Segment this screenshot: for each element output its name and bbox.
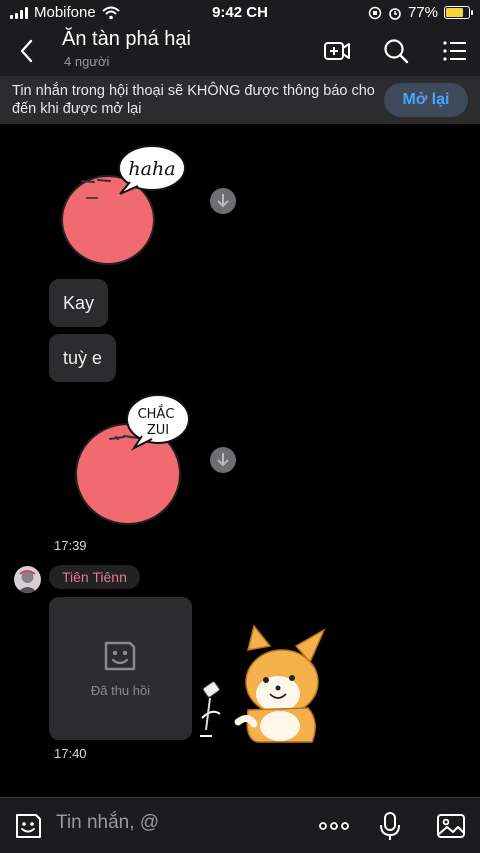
search-icon[interactable] [381, 36, 411, 66]
sticker-haha-text: haha [128, 158, 175, 180]
message-input[interactable]: Tin nhắn, @ [56, 812, 159, 834]
conversation-title[interactable]: Ăn tàn phá hại [62, 28, 191, 51]
message-timestamp: 17:39 [54, 538, 87, 553]
microphone-icon[interactable] [374, 810, 406, 842]
message-bubble[interactable]: tuỳ e [49, 334, 117, 382]
menu-list-icon[interactable] [440, 36, 470, 66]
image-icon[interactable] [435, 810, 467, 842]
download-icon[interactable] [210, 188, 236, 214]
status-right: 77% [368, 4, 473, 21]
message-timestamp: 17:40 [54, 746, 87, 761]
status-bar: Mobifone 9:42 CH 77% [0, 0, 480, 26]
avatar[interactable] [14, 566, 41, 593]
rotation-lock-icon [368, 6, 382, 19]
reopen-button[interactable]: Mở lại [384, 83, 468, 117]
chat-header: Ăn tàn phá hại 4 người [0, 26, 480, 76]
sticker-blob-haha[interactable]: haha [58, 142, 190, 270]
video-call-icon[interactable] [322, 36, 352, 66]
sticker-chac-text: CHẮC [138, 405, 175, 422]
more-icon[interactable] [318, 810, 350, 842]
sticker-zui-text: ZUI [147, 423, 169, 438]
battery-fill [446, 8, 463, 17]
member-count[interactable]: 4 người [64, 54, 109, 69]
battery-icon [444, 6, 473, 19]
sticker-icon[interactable] [12, 810, 44, 842]
recalled-message[interactable]: Đã thu hồi [49, 597, 192, 740]
recalled-sticker-icon [104, 641, 136, 671]
message-bubble[interactable]: Kay [49, 279, 109, 327]
alarm-icon [389, 7, 401, 20]
battery-percent: 77% [407, 4, 438, 21]
muted-banner: Tin nhắn trong hội thoại sẽ KHÔNG được t… [0, 76, 480, 124]
recalled-label: Đã thu hồi [90, 683, 151, 698]
muted-banner-text: Tin nhắn trong hội thoại sẽ KHÔNG được t… [12, 83, 375, 117]
sticker-fox[interactable] [198, 622, 330, 744]
download-icon[interactable] [210, 447, 236, 473]
message-composer: Tin nhắn, @ [0, 797, 480, 853]
back-icon[interactable] [12, 36, 42, 66]
sticker-blob-chac-zui[interactable]: CHẮC ZUI [70, 392, 202, 528]
sender-name[interactable]: Tiên Tiênn [49, 565, 140, 589]
